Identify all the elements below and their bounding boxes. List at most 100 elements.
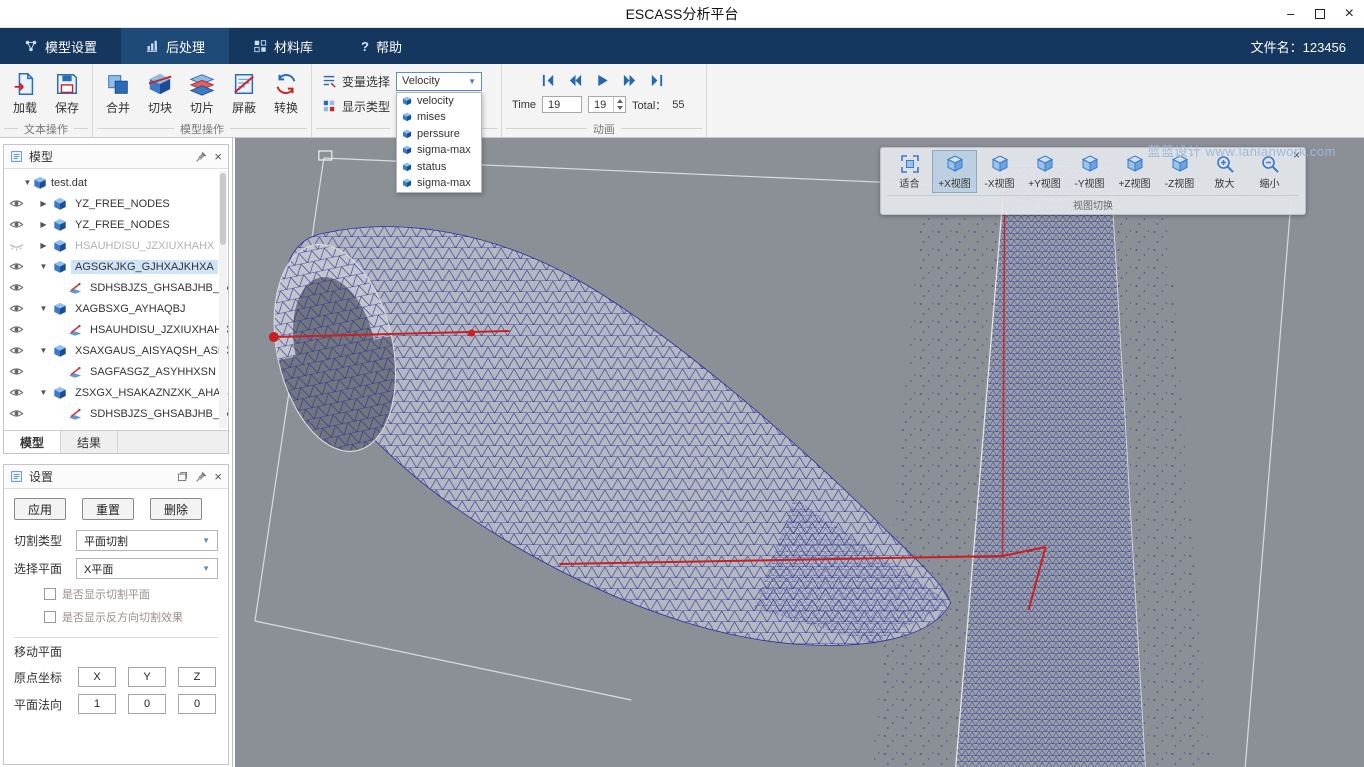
caret-down-icon[interactable]: ▼ <box>38 304 49 313</box>
eye-icon[interactable] <box>9 217 24 232</box>
eye-icon[interactable] <box>9 385 24 400</box>
cut-type-select[interactable]: 平面切割 ▼ <box>76 530 218 551</box>
menu-item-help[interactable]: ? 帮助 <box>337 28 426 64</box>
tree-item[interactable]: ▶ YZ_FREE_NODES <box>4 193 228 214</box>
spinner-down-icon[interactable] <box>614 105 625 113</box>
caret-down-icon[interactable]: ▼ <box>38 346 49 355</box>
caret-right-icon[interactable]: ▶ <box>38 220 49 229</box>
delete-button[interactable]: 删除 <box>150 498 202 520</box>
float-icon[interactable] <box>176 470 189 483</box>
dropdown-option-sigma-max-2[interactable]: sigma-max <box>397 175 481 192</box>
load-button[interactable]: 加载 <box>12 71 38 116</box>
menu-item-model-settings[interactable]: 模型设置 <box>0 28 121 64</box>
cube-icon <box>402 145 412 155</box>
select-plane-select[interactable]: X平面 ▼ <box>76 558 218 579</box>
view-plus-y-button[interactable]: +Y视图 <box>1022 150 1067 193</box>
convert-button[interactable]: 转换 <box>273 71 299 116</box>
view-plus-x-button[interactable]: +X视图 <box>932 150 977 193</box>
normal-y-field[interactable]: 0 <box>128 694 166 714</box>
close-icon[interactable]: × <box>214 150 222 163</box>
tree-scrollbar[interactable] <box>219 171 227 428</box>
first-frame-button[interactable] <box>541 73 559 89</box>
origin-y-field[interactable]: Y <box>128 667 166 687</box>
view-minus-y-button[interactable]: -Y视图 <box>1067 150 1112 193</box>
eye-icon[interactable] <box>9 280 24 295</box>
eye-icon[interactable] <box>9 259 24 274</box>
tree-item[interactable]: ▼ XAGBSXG_AYHAQBJ <box>4 298 228 319</box>
eye-icon[interactable] <box>9 343 24 358</box>
variable-select-icon <box>322 74 336 88</box>
tree-item-leaf[interactable]: SDHSBJZS_GHSABJHB_ZAHU <box>4 403 228 424</box>
last-frame-button[interactable] <box>649 73 667 89</box>
tree-item-leaf[interactable]: SDHSBJZS_GHSABJHB_ZAHU <box>4 277 228 298</box>
model-tree: ▼ test.dat ▶ YZ_FREE_NODES ▶ <box>4 169 228 430</box>
eye-icon[interactable] <box>9 322 24 337</box>
display-type-icon <box>322 99 336 113</box>
settings-body: 应用 重置 删除 切割类型 平面切割 ▼ 选择平面 X平面 ▼ <box>4 489 228 723</box>
save-button[interactable]: 保存 <box>54 71 80 116</box>
reset-button[interactable]: 重置 <box>82 498 134 520</box>
caret-down-icon[interactable]: ▼ <box>38 262 49 271</box>
eye-icon[interactable] <box>9 406 24 421</box>
cut-block-button[interactable]: 切块 <box>147 71 173 116</box>
play-button[interactable] <box>595 73 613 89</box>
dropdown-option-velocity[interactable]: velocity <box>397 93 481 110</box>
close-icon[interactable]: × <box>214 470 222 483</box>
dropdown-option-sigma-max[interactable]: sigma-max <box>397 142 481 159</box>
menu-item-post-processing[interactable]: 后处理 <box>121 28 229 64</box>
eye-icon[interactable] <box>9 196 24 211</box>
eye-off-icon[interactable] <box>9 238 24 253</box>
eye-icon[interactable] <box>9 364 24 379</box>
pin-icon[interactable] <box>195 150 208 163</box>
pin-icon[interactable] <box>195 470 208 483</box>
scrollbar-thumb[interactable] <box>220 173 226 245</box>
frame-spinner[interactable]: 19 <box>588 96 626 113</box>
tree-item-selected[interactable]: ▼ AGSGKJKG_GJHXAJKHXA <box>4 256 228 277</box>
slice-button[interactable]: 切片 <box>189 71 215 116</box>
variable-select-dropdown[interactable]: Velocity ▼ velocity mises perssure sigma… <box>396 72 482 91</box>
show-cut-plane-checkbox[interactable] <box>44 588 56 600</box>
apply-button[interactable]: 应用 <box>14 498 66 520</box>
viewport-3d[interactable]: 蓝蓝设计 www.lanlanwork.com × 适合 +X视图 -X视图 <box>233 138 1364 767</box>
mask-button[interactable]: 屏蔽 <box>231 71 257 116</box>
next-frame-button[interactable] <box>622 73 640 89</box>
origin-z-field[interactable]: Z <box>178 667 216 687</box>
previous-frame-button[interactable] <box>568 73 586 89</box>
reverse-cut-checkbox[interactable] <box>44 611 56 623</box>
caret-right-icon[interactable]: ▶ <box>38 199 49 208</box>
tree-item-hidden[interactable]: ▶ HSAUHDISU_JZXIUXHAHX <box>4 235 228 256</box>
chevron-down-icon: ▼ <box>202 564 210 573</box>
tree-item-leaf[interactable]: HSAUHDISU_JZXIUXHAHX <box>4 319 228 340</box>
dropdown-option-mises[interactable]: mises <box>397 109 481 126</box>
minimize-button[interactable]: − <box>1286 7 1294 21</box>
tree-item-leaf[interactable]: SAGFASGZ_ASYHHXSN <box>4 361 228 382</box>
time-input[interactable]: 19 <box>542 96 582 113</box>
tree-item[interactable]: ▼ ZSXGX_HSAKAZNZXK_AHASX <box>4 382 228 403</box>
dropdown-option-status[interactable]: status <box>397 159 481 176</box>
toolbar-group-filter: 变量选择 Velocity ▼ velocity mises perssure … <box>312 64 502 137</box>
normal-x-field[interactable]: 1 <box>78 694 116 714</box>
view-minus-x-button[interactable]: -X视图 <box>977 150 1022 193</box>
maximize-button[interactable] <box>1315 9 1325 19</box>
close-button[interactable]: × <box>1345 6 1354 22</box>
tree-item[interactable]: ▼ XSAXGAUS_AISYAQSH_ASHX <box>4 340 228 361</box>
fit-view-button[interactable]: 适合 <box>887 150 932 193</box>
eye-icon[interactable] <box>9 301 24 316</box>
tree-item-root[interactable]: ▼ test.dat <box>4 172 228 193</box>
model-settings-icon <box>24 39 38 53</box>
origin-x-field[interactable]: X <box>78 667 116 687</box>
dropdown-option-perssure[interactable]: perssure <box>397 126 481 143</box>
normal-z-field[interactable]: 0 <box>178 694 216 714</box>
tab-model[interactable]: 模型 <box>4 431 61 453</box>
merge-button[interactable]: 合并 <box>105 71 131 116</box>
caret-right-icon[interactable]: ▶ <box>38 241 49 250</box>
spinner-up-icon[interactable] <box>614 97 625 105</box>
tree-item[interactable]: ▶ YZ_FREE_NODES <box>4 214 228 235</box>
variable-select-label: 变量选择 <box>342 73 390 90</box>
post-processing-icon <box>145 39 159 53</box>
menu-item-material-library[interactable]: 材料库 <box>229 28 337 64</box>
tab-results[interactable]: 结果 <box>61 431 118 453</box>
menu-label: 模型设置 <box>45 37 97 56</box>
caret-down-icon[interactable]: ▼ <box>38 388 49 397</box>
caret-down-icon[interactable]: ▼ <box>22 178 33 187</box>
